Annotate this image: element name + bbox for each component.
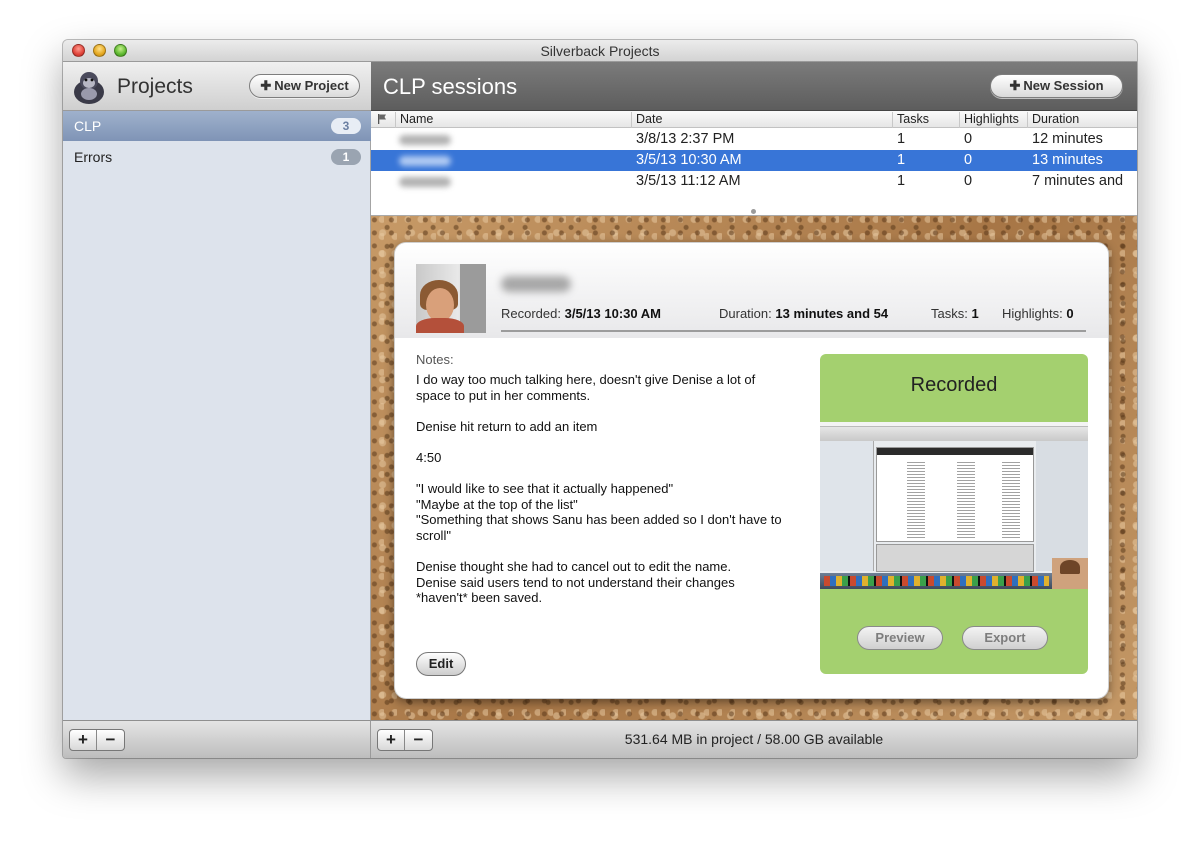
table-row[interactable]: 3/8/13 2:37 PM 1 0 12 minutes: [371, 129, 1137, 150]
duration-value: 13 minutes and 54: [775, 306, 889, 321]
highlights-value: 0: [1066, 306, 1074, 321]
notes-text: I do way too much talking here, doesn't …: [416, 372, 782, 606]
table-row-selected[interactable]: 3/5/13 10:30 AM 1 0 13 minutes: [371, 150, 1137, 171]
redacted-name: [399, 156, 451, 166]
recording-status: Recorded: [910, 374, 998, 396]
sessions-table: Name Date Tasks Highlights Duration 3/8/…: [371, 111, 1137, 216]
redacted-participant-name: [501, 276, 571, 292]
preview-button[interactable]: Preview: [857, 626, 943, 650]
edit-notes-button[interactable]: Edit: [416, 652, 466, 676]
redacted-name: [399, 135, 451, 145]
redacted-name: [399, 177, 451, 187]
recording-thumbnail[interactable]: [820, 422, 1088, 589]
recording-panel: Recorded Preview Export: [820, 354, 1088, 674]
session-count-badge: 1: [331, 149, 361, 165]
plus-icon: ✚: [260, 78, 272, 93]
row-tasks: 1: [897, 152, 906, 168]
row-tasks: 1: [897, 131, 906, 147]
storage-status: 531.64 MB in project / 58.00 GB availabl…: [624, 731, 884, 747]
row-date: 3/5/13 10:30 AM: [636, 152, 742, 168]
row-duration: 7 minutes and: [1032, 173, 1124, 189]
session-count-badge: 3: [331, 118, 361, 134]
tasks-meta: Tasks: 1: [931, 306, 979, 321]
project-item-errors[interactable]: Errors 1: [63, 142, 371, 172]
session-meta: Recorded: 3/5/13 10:30 AM Duration: 13 m…: [501, 306, 1086, 332]
new-project-button[interactable]: ✚ New Project: [249, 74, 360, 98]
window-title: Silverback Projects: [540, 43, 660, 59]
sidebar-title: Projects: [117, 75, 193, 98]
project-add-remove: + −: [69, 729, 125, 751]
session-header: Recorded: 3/5/13 10:30 AM Duration: 13 m…: [395, 243, 1108, 338]
row-date: 3/5/13 11:12 AM: [636, 173, 741, 189]
sidebar-header: Projects ✚ New Project: [63, 62, 371, 111]
flag-icon[interactable]: [377, 114, 387, 124]
row-tasks: 1: [897, 173, 906, 189]
column-header-name[interactable]: Name: [395, 112, 631, 128]
split-view-handle[interactable]: [751, 209, 756, 214]
row-date: 3/8/13 2:37 PM: [636, 131, 735, 147]
app-window: Silverback Projects Projects ✚ New Projec…: [63, 40, 1137, 758]
sessions-header: CLP sessions ✚ New Session: [371, 62, 1137, 111]
add-project-button[interactable]: +: [70, 730, 97, 750]
participant-photo: [416, 264, 486, 333]
project-name: Errors: [74, 149, 113, 165]
sessions-title: CLP sessions: [383, 74, 518, 99]
session-detail-card: Recorded: 3/5/13 10:30 AM Duration: 13 m…: [394, 242, 1109, 699]
title-bar[interactable]: Silverback Projects: [63, 40, 1137, 62]
row-duration: 12 minutes: [1032, 131, 1103, 147]
new-session-label: New Session: [1023, 78, 1104, 93]
tasks-value: 1: [971, 306, 979, 321]
notes-label: Notes:: [416, 352, 454, 367]
table-row[interactable]: 3/5/13 11:12 AM 1 0 7 minutes and: [371, 171, 1137, 192]
remove-project-button[interactable]: −: [97, 730, 124, 750]
silverback-gorilla-icon: [74, 72, 104, 104]
column-header-highlights[interactable]: Highlights: [959, 112, 1027, 128]
column-header-duration[interactable]: Duration: [1027, 112, 1137, 128]
row-duration: 13 minutes: [1032, 152, 1103, 168]
plus-icon: ✚: [1009, 78, 1021, 93]
row-highlights: 0: [964, 131, 973, 147]
sidebar-bottom-bar: + −: [63, 720, 371, 758]
row-highlights: 0: [964, 152, 973, 168]
new-project-label: New Project: [274, 78, 349, 93]
column-header-tasks[interactable]: Tasks: [892, 112, 959, 128]
project-name: CLP: [74, 118, 102, 134]
recorded-value: 3/5/13 10:30 AM: [564, 306, 661, 321]
column-header-date[interactable]: Date: [631, 112, 892, 128]
main-bottom-bar: + − 531.64 MB in project / 58.00 GB avai…: [371, 720, 1137, 758]
projects-sidebar: Projects ✚ New Project CLP 3 Errors 1: [63, 62, 371, 720]
export-button[interactable]: Export: [962, 626, 1048, 650]
table-header: Name Date Tasks Highlights Duration: [371, 111, 1137, 128]
highlights-meta: Highlights: 0: [1002, 306, 1074, 321]
row-highlights: 0: [964, 173, 973, 189]
new-session-button[interactable]: ✚ New Session: [990, 74, 1123, 98]
duration-meta: Duration: 13 minutes and 54: [719, 306, 889, 321]
recorded-meta: Recorded: 3/5/13 10:30 AM: [501, 306, 661, 321]
project-item-clp[interactable]: CLP 3: [63, 111, 371, 141]
